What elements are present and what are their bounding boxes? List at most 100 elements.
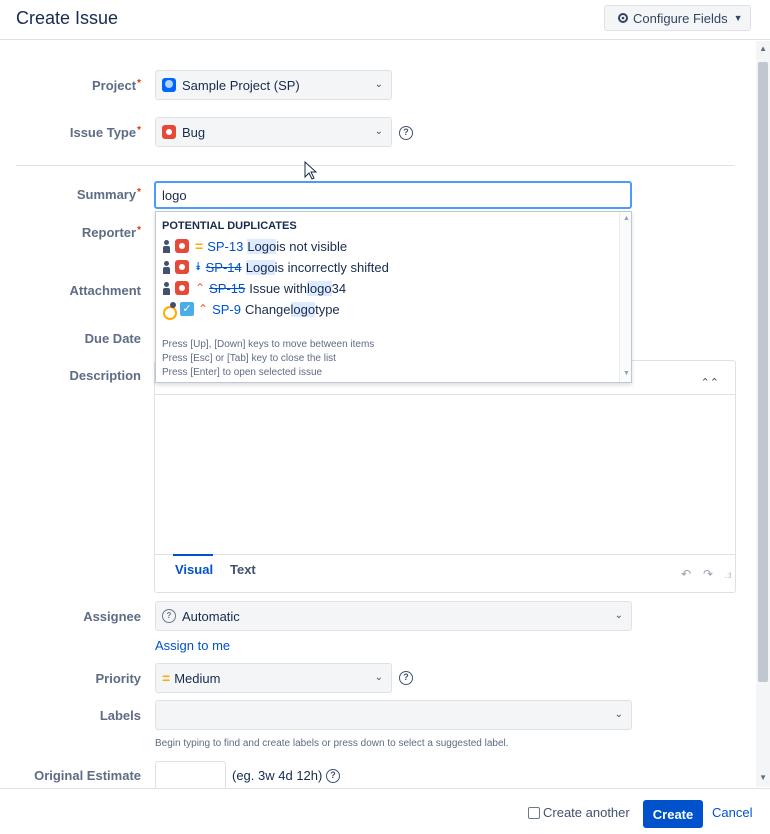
- tab-visual[interactable]: Visual: [172, 554, 214, 577]
- dialog-title: Create Issue: [16, 8, 119, 28]
- create-another-label[interactable]: Create another: [543, 805, 630, 820]
- summary-label: Summary*: [76, 187, 141, 202]
- issue-type-select[interactable]: Bug ⌄: [155, 117, 392, 147]
- duplicates-scrollbar[interactable]: ▲ ▼: [619, 212, 631, 382]
- undo-icon[interactable]: ↶: [681, 567, 691, 581]
- automatic-user-icon: ?: [162, 609, 176, 623]
- description-label: Description: [69, 368, 141, 383]
- project-label: Project*: [92, 78, 141, 93]
- keyboard-hint: Press [Up], [Down] keys to move between …: [162, 339, 375, 350]
- keyboard-hint: Press [Enter] to open selected issue: [162, 367, 323, 378]
- bug-icon: [175, 260, 189, 274]
- issue-key: SP-14: [205, 259, 242, 275]
- project-avatar-icon: [162, 78, 176, 92]
- labels-label: Labels: [99, 708, 141, 723]
- redo-icon[interactable]: ↷: [703, 567, 713, 581]
- assign-to-me-link[interactable]: Assign to me: [155, 638, 230, 653]
- scroll-up-arrow-icon[interactable]: ▲: [623, 215, 630, 222]
- scroll-down-arrow-icon[interactable]: ▼: [623, 370, 630, 377]
- assignee-label: Assignee: [83, 609, 141, 624]
- scroll-down-arrow-icon[interactable]: ▼: [759, 773, 767, 782]
- create-button[interactable]: Create: [643, 800, 703, 828]
- mouse-cursor-icon: [304, 161, 318, 180]
- labels-hint: Begin typing to find and create labels o…: [155, 738, 509, 749]
- chevron-down-icon: ⌄: [614, 709, 623, 720]
- issue-title-pre: Change: [244, 301, 291, 317]
- issue-title-post: is not visible: [276, 238, 348, 254]
- task-check-icon: ✓: [180, 302, 194, 316]
- match-highlight: Logo: [247, 238, 277, 254]
- original-estimate-label: Original Estimate: [34, 768, 141, 783]
- gear-icon: [618, 13, 628, 23]
- due-date-label: Due Date: [84, 331, 141, 346]
- configure-fields-label: Configure Fields: [633, 10, 728, 26]
- group-user-icon: [162, 302, 178, 320]
- user-icon: [162, 260, 171, 274]
- chevron-down-icon: ⌄: [374, 79, 383, 90]
- match-highlight: logo: [290, 301, 316, 317]
- description-textarea[interactable]: .:l: [155, 394, 735, 580]
- project-value: Sample Project (SP): [182, 77, 300, 93]
- dialog-header: Create Issue Configure Fields ▼: [0, 0, 770, 40]
- priority-select[interactable]: = Medium ⌄: [155, 663, 392, 693]
- summary-input[interactable]: logo: [154, 181, 632, 209]
- labels-select[interactable]: ⌄: [155, 700, 632, 730]
- help-icon[interactable]: ?: [399, 126, 413, 140]
- user-icon: [162, 281, 171, 295]
- original-estimate-input[interactable]: [155, 761, 226, 789]
- priority-high-icon: ⌃: [198, 302, 209, 316]
- issue-title-post: is incorrectly shifted: [274, 259, 389, 275]
- issue-title-post: 34: [331, 280, 347, 296]
- duplicate-item[interactable]: = SP-13 Logo is not visible: [162, 236, 347, 256]
- scroll-up-arrow-icon[interactable]: ▲: [759, 44, 767, 53]
- issue-title-post: type: [315, 301, 340, 317]
- issue-key: SP-9: [212, 301, 241, 317]
- chevron-down-icon: ⌄: [614, 610, 623, 621]
- assignee-select[interactable]: ? Automatic ⌄: [155, 601, 632, 631]
- match-highlight: Logo: [245, 259, 275, 275]
- original-estimate-hint: (eg. 3w 4d 12h): [232, 768, 323, 783]
- duplicate-item[interactable]: ✓ ⌃ SP-9 Change logo type: [162, 299, 340, 320]
- priority-medium-icon: =: [162, 670, 171, 686]
- reporter-label: Reporter*: [81, 225, 141, 240]
- priority-lowest-icon: ⯯: [195, 260, 202, 273]
- editor-mode-tabs: Visual Text ↶ ↷: [155, 554, 735, 592]
- dialog-footer: Create another Create Cancel: [0, 788, 770, 834]
- priority-high-icon: ⌃: [195, 281, 206, 295]
- dialog-scrollbar-thumb[interactable]: [758, 62, 768, 682]
- priority-medium-icon: =: [195, 238, 204, 254]
- summary-value: logo: [162, 187, 187, 203]
- chevron-down-icon: ⌄: [374, 672, 383, 683]
- tab-text[interactable]: Text: [230, 562, 256, 577]
- caret-down-icon: ▼: [733, 13, 743, 23]
- chevron-down-icon: ⌄: [374, 126, 383, 137]
- description-editor[interactable]: ⌃⌃ .:l Visual Text ↶ ↷: [154, 360, 736, 593]
- priority-value: Medium: [174, 670, 221, 686]
- bug-icon: [162, 125, 176, 139]
- attachment-label: Attachment: [69, 283, 141, 298]
- project-select[interactable]: Sample Project (SP) ⌄: [155, 70, 392, 100]
- issue-title-pre: Issue with: [249, 280, 308, 296]
- bug-icon: [175, 281, 189, 295]
- issue-type-label: Issue Type*: [69, 125, 141, 140]
- create-another-checkbox[interactable]: [528, 807, 540, 819]
- cancel-link[interactable]: Cancel: [712, 805, 752, 820]
- duplicate-item[interactable]: ⯯ SP-14 Logo is incorrectly shifted: [162, 257, 389, 277]
- collapse-toolbar-icon[interactable]: ⌃⌃: [701, 376, 719, 389]
- issue-type-value: Bug: [182, 124, 206, 140]
- priority-label: Priority: [95, 671, 141, 686]
- configure-fields-button[interactable]: Configure Fields ▼: [604, 5, 751, 31]
- issue-key: SP-13: [207, 238, 244, 254]
- potential-duplicates-dropdown: POTENTIAL DUPLICATES = SP-13 Logo is not…: [155, 211, 632, 383]
- help-icon[interactable]: ?: [399, 671, 413, 685]
- duplicate-item[interactable]: ⌃ SP-15 Issue with logo 34: [162, 278, 346, 298]
- assignee-value: Automatic: [182, 608, 240, 624]
- section-divider: [16, 165, 734, 166]
- duplicates-heading: POTENTIAL DUPLICATES: [162, 220, 297, 232]
- bug-icon: [175, 239, 189, 253]
- match-highlight: logo: [307, 280, 332, 296]
- user-icon: [162, 239, 171, 253]
- issue-key: SP-15: [209, 280, 246, 296]
- help-icon[interactable]: ?: [326, 769, 340, 783]
- keyboard-hint: Press [Esc] or [Tab] key to close the li…: [162, 353, 336, 364]
